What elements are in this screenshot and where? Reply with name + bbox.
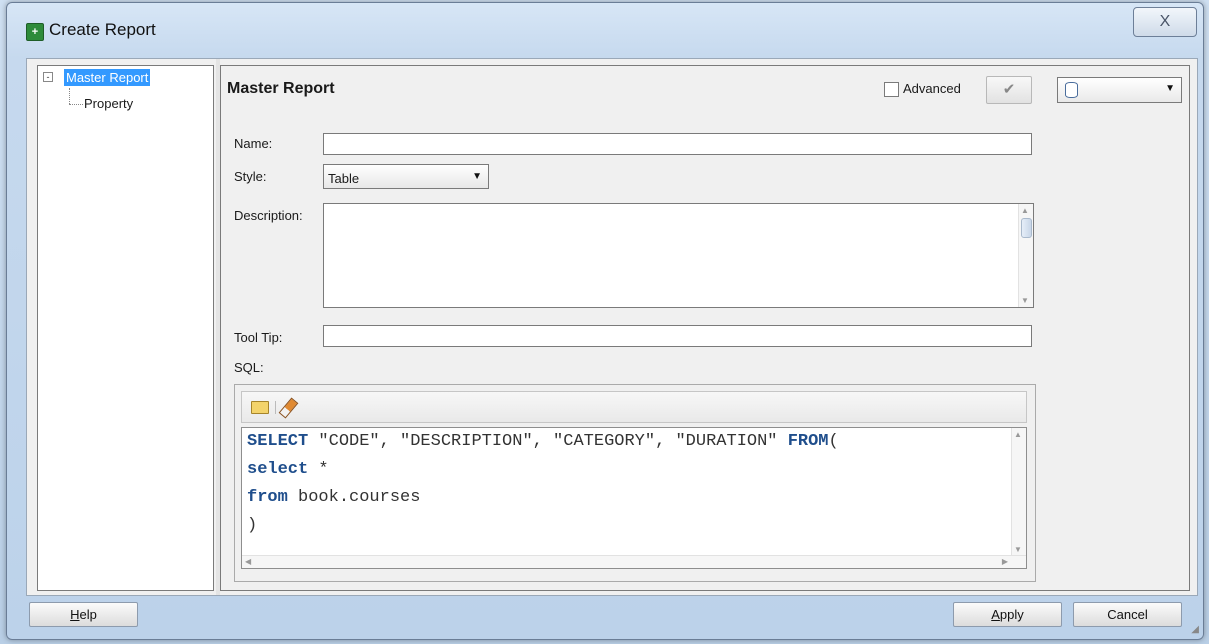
sql-line: SELECT "CODE", "DESCRIPTION", "CATEGORY"…	[247, 432, 839, 451]
apply-label: pply	[999, 607, 1024, 622]
style-select[interactable]: Table ▼	[323, 164, 489, 189]
test-query-button[interactable]: ✔	[986, 76, 1032, 104]
description-scrollbar[interactable]: ▲ ▼	[1018, 204, 1033, 307]
sql-horizontal-scrollbar[interactable]: ◀ ▶	[242, 555, 1026, 568]
dialog-body: - Master Report Property Master Report A…	[26, 58, 1198, 596]
chevron-down-icon: ▼	[472, 171, 482, 182]
scroll-down-icon[interactable]: ▼	[1014, 545, 1022, 554]
create-report-dialog: + Create Report X - Master Report Proper…	[6, 2, 1204, 640]
style-value: Table	[328, 171, 360, 186]
sql-vertical-scrollbar[interactable]: ▲ ▼	[1011, 428, 1026, 556]
help-button[interactable]: Help	[29, 602, 138, 627]
description-field[interactable]: ▲ ▼	[323, 203, 1034, 308]
report-icon: +	[26, 23, 44, 41]
sql-keyword: select	[247, 460, 309, 479]
sql-panel: SELECT "CODE", "DESCRIPTION", "CATEGORY"…	[234, 384, 1036, 582]
collapse-icon[interactable]: -	[43, 72, 53, 82]
sql-text: "CODE", "DESCRIPTION", "CATEGORY", "DURA…	[308, 432, 788, 451]
name-label: Name:	[234, 136, 273, 151]
tooltip-label: Tool Tip:	[234, 330, 283, 345]
scroll-down-icon[interactable]: ▼	[1021, 296, 1029, 305]
style-label: Style:	[234, 169, 267, 184]
sql-toolbar	[241, 391, 1027, 423]
tree-item-property[interactable]: Property	[84, 96, 133, 111]
cancel-button[interactable]: Cancel	[1073, 602, 1182, 627]
apply-button[interactable]: Apply	[953, 602, 1062, 627]
database-icon	[1065, 82, 1078, 98]
sql-line: select *	[247, 460, 329, 479]
open-folder-icon[interactable]	[251, 401, 269, 414]
scroll-left-icon[interactable]: ◀	[245, 557, 251, 566]
tooltip-field[interactable]	[323, 325, 1032, 347]
apply-mnemonic: A	[991, 607, 1000, 622]
resize-grip-icon[interactable]: ◢	[1191, 624, 1199, 635]
toolbar-separator	[275, 401, 276, 414]
sql-keyword: SELECT	[247, 432, 309, 451]
navigation-tree: - Master Report Property	[37, 65, 214, 591]
advanced-label[interactable]: Advanced	[903, 81, 961, 96]
scroll-up-icon[interactable]: ▲	[1021, 206, 1029, 215]
window-title: Create Report	[49, 20, 156, 39]
master-report-panel: Master Report Advanced ✔ ▼ Name: Style: …	[220, 65, 1190, 591]
sql-text: )	[247, 516, 258, 535]
tree-connector	[69, 104, 83, 106]
sql-line: from book.courses	[247, 488, 420, 507]
sql-label: SQL:	[234, 360, 264, 375]
tree-item-master-report[interactable]: Master Report	[64, 69, 151, 86]
description-label: Description:	[234, 208, 303, 223]
connection-select[interactable]: ▼	[1057, 77, 1182, 103]
clipboard-check-icon: ✔	[1002, 81, 1016, 98]
panel-title: Master Report	[227, 80, 335, 97]
scroll-right-icon[interactable]: ▶	[1002, 557, 1008, 566]
sql-text: book.courses	[287, 488, 421, 507]
sql-keyword: FROM	[787, 432, 829, 451]
sql-keyword: from	[247, 488, 288, 507]
sql-text: *	[308, 460, 329, 479]
sql-text: (	[828, 432, 839, 451]
scroll-up-icon[interactable]: ▲	[1014, 430, 1022, 439]
eraser-icon[interactable]	[278, 397, 299, 419]
chevron-down-icon: ▼	[1165, 83, 1175, 94]
sql-editor[interactable]: SELECT "CODE", "DESCRIPTION", "CATEGORY"…	[241, 427, 1027, 569]
scroll-thumb[interactable]	[1021, 218, 1032, 238]
tree-connector	[69, 88, 71, 104]
advanced-checkbox[interactable]	[884, 82, 899, 97]
name-field[interactable]	[323, 133, 1032, 155]
help-label: elp	[79, 607, 97, 622]
title-bar: + Create Report X	[7, 3, 1203, 55]
sql-line: )	[247, 516, 257, 535]
help-mnemonic: H	[70, 607, 80, 622]
close-button[interactable]: X	[1133, 7, 1197, 37]
